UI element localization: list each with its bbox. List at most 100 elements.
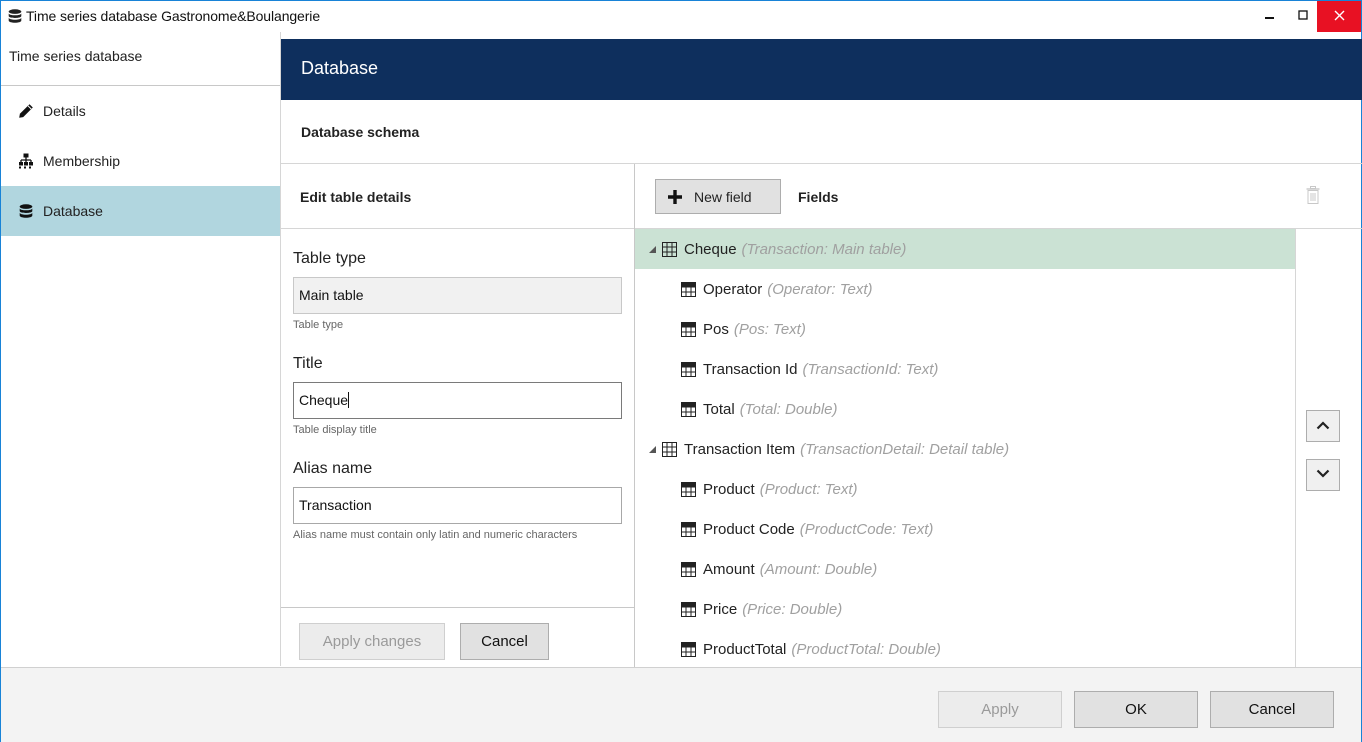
tree-row-meta: (Operator: Text) (767, 280, 873, 298)
edit-table-pane: Edit table details Table type Main table… (281, 164, 635, 667)
expand-triangle-icon[interactable] (649, 245, 657, 253)
field-grid-icon (681, 521, 696, 537)
tree-row-meta: (Amount: Double) (759, 560, 878, 578)
alias-input[interactable]: Transaction (293, 487, 622, 524)
close-button[interactable] (1317, 1, 1361, 32)
tree-row-meta: (Price: Double) (742, 600, 843, 618)
table-type-hint: Table type (293, 319, 344, 331)
edit-table-title: Edit table details (281, 164, 634, 229)
tree-row-name: Price (703, 600, 738, 618)
sidebar-item-label: Details (43, 103, 86, 119)
tree-row-name: Total (703, 400, 735, 418)
tree-row-meta: (Pos: Text) (733, 320, 806, 338)
tree-row-meta: (TransactionId: Text) (802, 360, 939, 378)
tree-row-name: Transaction Id (703, 360, 798, 378)
page-title: Database (281, 39, 1362, 100)
move-up-button[interactable] (1306, 410, 1340, 442)
field-grid-icon (681, 561, 696, 577)
tree-row-field[interactable]: Amount (Amount: Double) (635, 549, 1295, 589)
tree-row-name: Product Code (703, 520, 795, 538)
text-caret (348, 391, 350, 408)
sidebar-item-database[interactable]: Database (1, 186, 280, 236)
field-grid-icon (681, 401, 696, 417)
field-grid-icon (681, 281, 696, 297)
sidebar-title: Time series database (1, 32, 280, 86)
tree-row-meta: (TransactionDetail: Detail table) (800, 440, 1010, 458)
schema-title: Database schema (281, 100, 1362, 164)
table-grid-icon (662, 241, 677, 257)
reorder-controls (1296, 229, 1362, 667)
plus-icon (668, 189, 682, 204)
cancel-button[interactable]: Cancel (1210, 691, 1334, 728)
close-icon (1334, 8, 1345, 26)
tree-row-name: Operator (703, 280, 763, 298)
sidebar: Time series database Details Membership … (1, 32, 281, 666)
fields-pane: New field Fields Cheque (Transaction: Ma… (635, 164, 1362, 667)
field-grid-icon (681, 481, 696, 497)
trash-icon[interactable] (1306, 186, 1320, 209)
sidebar-item-details[interactable]: Details (1, 86, 280, 136)
expand-triangle-icon[interactable] (649, 445, 657, 453)
title-label: Title (293, 355, 323, 372)
window-title: Time series database Gastronome&Boulange… (26, 8, 321, 24)
tree-row-field[interactable]: ProductTotal (ProductTotal: Double) (635, 629, 1295, 667)
title-input-value: Cheque (299, 392, 349, 408)
tree-row-name: Product (703, 480, 755, 498)
fields-toolbar: New field Fields (635, 164, 1362, 229)
tree-row-meta: (ProductCode: Text) (799, 520, 934, 538)
hierarchy-icon (17, 152, 35, 170)
title-input[interactable]: Cheque (293, 382, 622, 419)
table-grid-icon (662, 441, 677, 457)
alias-hint: Alias name must contain only latin and n… (293, 529, 578, 541)
new-field-button[interactable]: New field (655, 179, 781, 214)
tree-row-name: ProductTotal (703, 640, 787, 658)
minimize-icon (1265, 8, 1275, 26)
tree-row-field[interactable]: Total (Total: Double) (635, 389, 1295, 429)
dialog-footer: Apply OK Cancel (1, 667, 1361, 742)
tree-row-name: Cheque (684, 240, 737, 258)
new-field-label: New field (694, 188, 752, 205)
chevron-up-icon (1316, 417, 1330, 435)
tree-row-field[interactable]: Operator (Operator: Text) (635, 269, 1295, 309)
alias-label: Alias name (293, 460, 373, 477)
tree-row-meta: (ProductTotal: Double) (791, 640, 941, 658)
title-hint: Table display title (293, 424, 377, 436)
sidebar-item-label: Membership (43, 153, 121, 169)
tree-row-field[interactable]: Transaction Id (TransactionId: Text) (635, 349, 1295, 389)
field-grid-icon (681, 601, 696, 617)
tree-row-field[interactable]: Pos (Pos: Text) (635, 309, 1295, 349)
tree-row-meta: (Product: Text) (759, 480, 858, 498)
sidebar-item-label: Database (43, 203, 103, 219)
maximize-icon (1297, 8, 1309, 26)
tree-row-name: Pos (703, 320, 729, 338)
move-down-button[interactable] (1306, 459, 1340, 491)
database-icon (8, 9, 22, 29)
field-grid-icon (681, 641, 696, 657)
tree-row-name: Amount (703, 560, 755, 578)
table-type-field: Main table (293, 277, 622, 314)
field-grid-icon (681, 361, 696, 377)
apply-changes-button[interactable]: Apply changes (299, 623, 445, 660)
edit-actions: Apply changes Cancel (281, 607, 634, 667)
tree-row-table[interactable]: Cheque (Transaction: Main table) (635, 229, 1295, 269)
tree-row-meta: (Transaction: Main table) (741, 240, 907, 258)
sidebar-item-membership[interactable]: Membership (1, 136, 280, 186)
tree-row-field[interactable]: Product Code (ProductCode: Text) (635, 509, 1295, 549)
tree-row-field[interactable]: Price (Price: Double) (635, 589, 1295, 629)
chevron-down-icon (1316, 466, 1330, 484)
cancel-edit-button[interactable]: Cancel (460, 623, 549, 660)
database-icon (17, 202, 35, 220)
tree-row-meta: (Total: Double) (739, 400, 838, 418)
pencil-icon (17, 102, 35, 120)
title-bar: Time series database Gastronome&Boulange… (1, 1, 1361, 32)
dialog-window: Time series database Gastronome&Boulange… (0, 0, 1362, 742)
table-type-label: Table type (293, 250, 366, 267)
ok-button[interactable]: OK (1074, 691, 1198, 728)
apply-button[interactable]: Apply (938, 691, 1062, 728)
fields-tree[interactable]: Cheque (Transaction: Main table) Operato… (635, 229, 1296, 667)
tree-row-field[interactable]: Product (Product: Text) (635, 469, 1295, 509)
tree-row-name: Transaction Item (684, 440, 796, 458)
fields-title: Fields (798, 189, 839, 205)
tree-row-table[interactable]: Transaction Item (TransactionDetail: Det… (635, 429, 1295, 469)
field-grid-icon (681, 321, 696, 337)
